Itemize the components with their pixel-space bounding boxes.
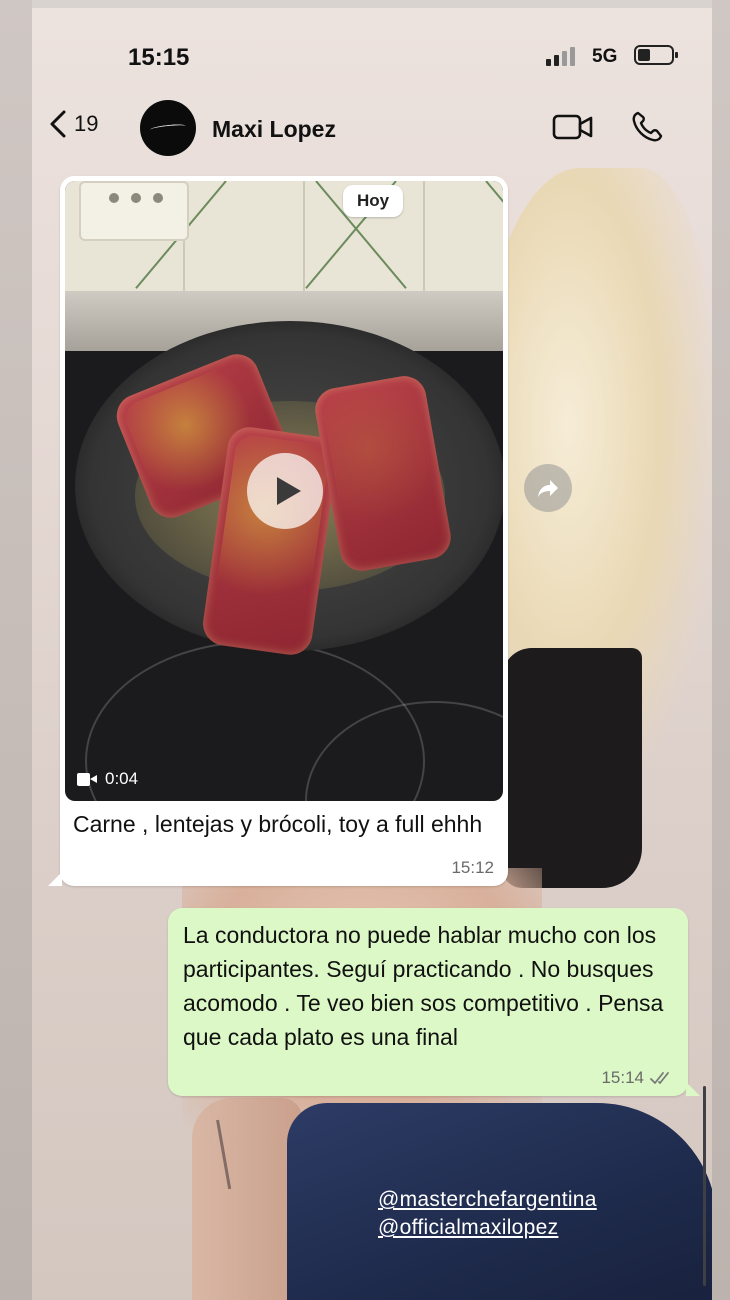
unread-count: 19 — [74, 111, 99, 136]
back-chevron-icon — [50, 110, 66, 138]
avatar[interactable] — [140, 100, 196, 156]
chat-header: 19 Maxi Lopez — [32, 92, 712, 162]
incoming-message[interactable]: Hoy 0:04 Carne , lentejas y brócoli, toy… — [48, 176, 508, 886]
mention-link[interactable]: @officialmaxilopez — [378, 1214, 597, 1242]
back-button[interactable]: 19 — [50, 110, 98, 138]
battery-icon — [634, 45, 678, 65]
video-duration-label: 0:04 — [105, 769, 139, 788]
video-camera-icon — [77, 772, 97, 786]
story-mentions: @masterchefargentina @officialmaxilopez — [378, 1186, 597, 1242]
outgoing-message[interactable]: La conductora no puede hablar mucho con … — [168, 908, 700, 1096]
forward-button[interactable] — [524, 464, 572, 512]
mention-link[interactable]: @masterchefargentina — [378, 1186, 597, 1214]
wall-outlet — [79, 181, 189, 241]
contact-name[interactable]: Maxi Lopez — [212, 116, 336, 143]
phone-icon[interactable] — [630, 110, 664, 144]
incoming-timestamp: 15:12 — [451, 858, 494, 877]
double-check-icon — [650, 1072, 669, 1084]
video-duration: 0:04 — [77, 769, 138, 789]
outgoing-meta: 15:14 — [601, 1068, 674, 1088]
outgoing-text: La conductora no puede hablar mucho con … — [183, 922, 664, 1050]
status-time: 15:15 — [128, 44, 190, 71]
background-photo-arm — [192, 1098, 302, 1300]
network-label: 5G — [592, 46, 618, 67]
scrollbar[interactable] — [703, 1086, 706, 1286]
incoming-caption: Carne , lentejas y brócoli, toy a full e… — [73, 811, 483, 837]
status-bar: 15:15 5G — [32, 30, 712, 86]
date-chip: Hoy — [343, 185, 404, 217]
play-button[interactable] — [247, 453, 323, 529]
video-thumbnail[interactable]: Hoy 0:04 — [65, 181, 503, 801]
play-triangle-icon — [277, 477, 301, 505]
story-frame-left — [0, 0, 32, 1300]
signal-icon — [546, 46, 582, 66]
forward-icon — [538, 480, 558, 497]
video-call-icon[interactable] — [552, 112, 594, 142]
story-frame-right — [712, 0, 730, 1300]
background-photo-top — [502, 648, 642, 888]
outgoing-timestamp: 15:14 — [601, 1068, 644, 1087]
